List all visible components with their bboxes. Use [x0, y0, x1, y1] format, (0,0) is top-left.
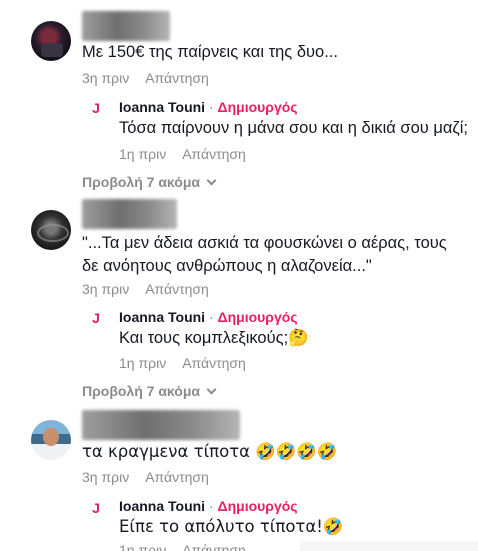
- reply-text: Είπε το απόλυτο τίποτα!🤣: [119, 517, 344, 536]
- reply-button[interactable]: Απάντηση: [145, 469, 209, 485]
- comment-meta: 3η πριν Απάντηση: [82, 469, 209, 485]
- comment-meta: 3η πριν Απάντηση: [82, 281, 209, 297]
- creator-avatar[interactable]: J: [86, 308, 106, 328]
- comment-meta: 3η πριν Απάντηση: [82, 70, 209, 86]
- creator-header: Ioanna Touni · Δημιουργός: [119, 309, 298, 325]
- creator-avatar[interactable]: J: [86, 498, 106, 518]
- reply-time: 1η πριν: [119, 146, 167, 162]
- comment-text: τα κραγμενα τίποτα 🤣🤣🤣🤣: [82, 442, 338, 461]
- creator-header: Ioanna Touni · Δημιουργός: [119, 498, 298, 514]
- reply-meta: 1η πριν Απάντηση: [119, 146, 246, 162]
- comment-time: 3η πριν: [82, 281, 130, 297]
- reply-meta: 1η πριν Απάντηση: [119, 355, 246, 371]
- creator-badge: Δημιουργός: [217, 498, 298, 514]
- reply-button[interactable]: Απάντηση: [182, 146, 246, 162]
- view-more-replies-button[interactable]: Προβολή 7 ακόμα: [82, 174, 217, 190]
- creator-header: Ioanna Touni · Δημιουργός: [119, 99, 298, 115]
- commenter-name-blurred[interactable]: [82, 11, 170, 41]
- creator-avatar[interactable]: J: [86, 98, 106, 118]
- chevron-down-icon: [206, 175, 217, 185]
- comment-text: Με 150€ της παίρνεις και της δυο...: [82, 43, 338, 61]
- comment-time: 3η πριν: [82, 469, 130, 485]
- separator: ·: [208, 498, 214, 514]
- separator: ·: [208, 309, 214, 325]
- reply-button[interactable]: Απάντηση: [182, 355, 246, 371]
- commenter-avatar[interactable]: [31, 21, 71, 61]
- creator-badge: Δημιουργός: [217, 99, 298, 115]
- reply-time: 1η πριν: [119, 355, 167, 371]
- creator-badge: Δημιουργός: [217, 309, 298, 325]
- comment-time: 3η πριν: [82, 70, 130, 86]
- reply-button[interactable]: Απάντηση: [145, 281, 209, 297]
- creator-name[interactable]: Ioanna Touni: [119, 498, 205, 514]
- reply-meta: 1η πριν Απάντηση: [119, 542, 246, 551]
- view-more-label: Προβολή 7 ακόμα: [82, 174, 200, 190]
- reply-text: Και τους κομπλεξικούς;🤔: [119, 329, 309, 347]
- view-more-replies-button[interactable]: Προβολή 7 ακόμα: [82, 383, 217, 399]
- comment-text: "...Τα μεν άδεια ασκιά τα φουσκώνει ο αέ…: [82, 234, 447, 275]
- chevron-down-icon: [206, 384, 217, 394]
- reply-time: 1η πριν: [119, 542, 167, 551]
- reply-button[interactable]: Απάντηση: [182, 542, 246, 551]
- commenter-name-blurred[interactable]: [82, 199, 177, 229]
- creator-name[interactable]: Ioanna Touni: [119, 309, 205, 325]
- reply-text: Τόσα παίρνουν η μάνα σου και η δικιά σου…: [119, 119, 468, 137]
- commenter-avatar[interactable]: [31, 210, 71, 250]
- reply-button[interactable]: Απάντηση: [145, 70, 209, 86]
- commenter-name-blurred[interactable]: [82, 410, 240, 440]
- creator-name[interactable]: Ioanna Touni: [119, 99, 205, 115]
- bottom-fade-overlay: [300, 541, 478, 551]
- view-more-label: Προβολή 7 ακόμα: [82, 383, 200, 399]
- commenter-avatar[interactable]: [31, 420, 71, 460]
- separator: ·: [208, 99, 214, 115]
